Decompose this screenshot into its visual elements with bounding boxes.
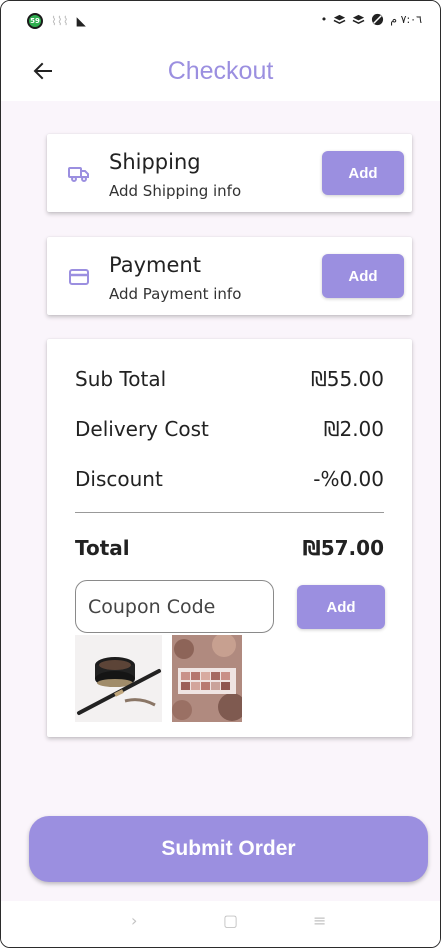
cast-icon: ◣ <box>76 14 86 28</box>
divider <box>75 512 384 513</box>
discount-value: -%0.00 <box>313 467 384 491</box>
signal-placeholder-icon: ⌇⌇⌇ <box>51 14 69 28</box>
total-row: Total ₪57.00 <box>75 536 384 560</box>
status-right-icons: • ٧:٠٦ م <box>321 13 422 26</box>
discount-label: Discount <box>75 467 163 491</box>
delivery-cost-row: Delivery Cost ₪2.00 <box>75 417 384 441</box>
nav-back-icon[interactable]: › <box>131 911 137 930</box>
phone-screen: 59 ⌇⌇⌇ ◣ • ٧:٠٦ م Checkout Shipping Add … <box>0 0 441 948</box>
shipping-card[interactable]: Shipping Add Shipping info Add <box>47 134 412 212</box>
discount-row: Discount -%0.00 <box>75 467 384 491</box>
product-image-brow-pomade <box>75 635 162 722</box>
truck-icon <box>68 167 89 182</box>
page-title: Checkout <box>167 57 274 85</box>
submit-order-button[interactable]: Submit Order <box>29 816 428 882</box>
nav-home-icon[interactable]: ▢ <box>223 911 238 930</box>
delivery-cost-value: ₪2.00 <box>323 417 384 441</box>
payment-subtitle: Add Payment info <box>109 285 242 303</box>
delivery-cost-label: Delivery Cost <box>75 417 209 441</box>
dot-icon: • <box>320 13 328 26</box>
nav-recents-icon[interactable]: ≡ <box>313 911 326 930</box>
product-image-eyeshadow-palette <box>172 635 242 722</box>
status-bar: 59 ⌇⌇⌇ ◣ • ٧:٠٦ م <box>1 1 440 41</box>
battery-saver-icon <box>372 13 384 26</box>
payment-card[interactable]: Payment Add Payment info Add <box>47 237 412 315</box>
subtotal-value: ₪55.00 <box>311 367 384 391</box>
layers-icon <box>333 14 346 25</box>
app-bar: Checkout <box>1 41 440 101</box>
add-shipping-button[interactable]: Add <box>322 151 404 195</box>
subtotal-label: Sub Total <box>75 367 167 391</box>
add-payment-button[interactable]: Add <box>322 254 404 298</box>
subtotal-row: Sub Total ₪55.00 <box>75 367 384 391</box>
shipping-title: Shipping <box>109 150 201 174</box>
coupon-code-input[interactable] <box>75 580 274 633</box>
total-label: Total <box>75 536 130 560</box>
apply-coupon-button[interactable]: Add <box>297 585 385 629</box>
order-summary-card: Sub Total ₪55.00 Delivery Cost ₪2.00 Dis… <box>47 339 412 737</box>
total-value: ₪57.00 <box>302 536 384 560</box>
payment-title: Payment <box>109 253 201 277</box>
status-left-icons: 59 ⌇⌇⌇ ◣ <box>27 13 86 29</box>
brow-pomade-image <box>75 635 162 722</box>
eyeshadow-palette-image <box>172 635 242 722</box>
status-time: ٧:٠٦ م <box>390 13 422 26</box>
credit-card-icon <box>69 269 89 285</box>
layers-icon <box>352 14 365 25</box>
shipping-subtitle: Add Shipping info <box>109 182 242 200</box>
system-nav-bar: › ▢ ≡ <box>1 901 440 947</box>
app-badge-icon: 59 <box>27 13 43 29</box>
